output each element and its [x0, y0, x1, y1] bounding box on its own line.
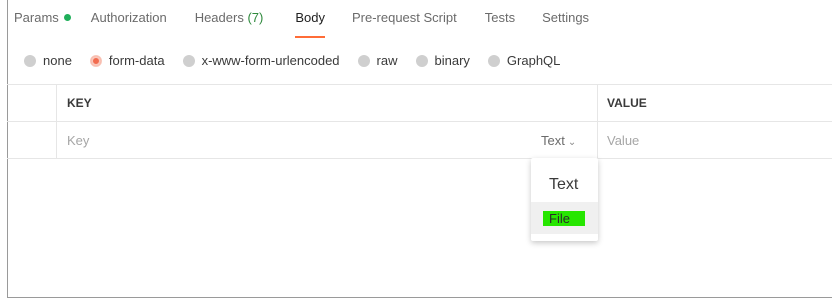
radio-graphql[interactable]: GraphQL — [487, 53, 561, 68]
row-gutter — [7, 85, 57, 121]
radio-raw[interactable]: raw — [357, 53, 398, 68]
tab-pre-request-script-label: Pre-request Script — [351, 10, 457, 25]
column-divider — [597, 85, 598, 121]
radio-binary-label: binary — [434, 53, 470, 68]
table-row: Key Text ⌄ Value — [7, 121, 832, 159]
dropdown-option-file-label: File — [543, 211, 585, 226]
dropdown-option-text-label: Text — [549, 176, 579, 193]
column-divider — [597, 122, 598, 158]
radio-x-www-form-urlencoded[interactable]: x-www-form-urlencoded — [182, 53, 340, 68]
form-data-table: KEY VALUE Key Text ⌄ Value — [7, 84, 832, 159]
body-mode-radios: none form-data x-www-form-urlencoded raw… — [24, 53, 560, 68]
radio-graphql-label: GraphQL — [506, 53, 561, 68]
radio-form-data[interactable]: form-data — [89, 53, 165, 68]
tab-body-label: Body — [295, 10, 325, 25]
radio-urlencoded-label: x-www-form-urlencoded — [201, 53, 340, 68]
tab-params[interactable]: Params — [14, 10, 71, 32]
radio-raw-label: raw — [376, 53, 398, 68]
tab-authorization-label: Authorization — [90, 10, 167, 25]
radio-binary-icon — [415, 54, 428, 67]
radio-none-icon — [24, 54, 36, 67]
type-dropdown-menu: Text File — [531, 158, 598, 241]
request-tabs: Params Authorization Headers (7) Body Pr… — [14, 10, 589, 38]
tab-settings-label: Settings — [542, 10, 590, 25]
key-type-label: Text — [541, 133, 565, 148]
radio-urlencoded-icon — [182, 54, 195, 67]
radio-raw-icon — [357, 54, 370, 67]
key-type-select[interactable]: Text ⌄ — [541, 133, 576, 148]
tab-headers-label: Headers — [194, 10, 244, 25]
tab-params-label: Params — [14, 10, 59, 25]
tab-tests-label: Tests — [484, 10, 516, 25]
row-gutter — [7, 122, 57, 158]
value-column-header: VALUE — [607, 96, 647, 110]
radio-graphql-icon — [487, 54, 500, 67]
tab-body[interactable]: Body — [295, 10, 325, 38]
key-column-header: KEY — [67, 96, 92, 110]
tab-authorization[interactable]: Authorization — [91, 10, 167, 32]
radio-none-label: none — [43, 53, 72, 68]
tab-headers[interactable]: Headers (7) — [195, 10, 264, 32]
radio-binary[interactable]: binary — [415, 53, 470, 68]
value-input[interactable]: Value — [607, 133, 639, 148]
tab-tests[interactable]: Tests — [485, 10, 515, 32]
tab-settings[interactable]: Settings — [542, 10, 589, 32]
table-header-row: KEY VALUE — [7, 84, 832, 121]
radio-none[interactable]: none — [24, 53, 72, 68]
key-input[interactable]: Key — [67, 133, 89, 148]
headers-count: (7) — [243, 10, 264, 25]
radio-form-data-label: form-data — [108, 53, 165, 68]
tab-pre-request-script[interactable]: Pre-request Script — [352, 10, 457, 32]
chevron-down-icon: ⌄ — [567, 137, 577, 148]
radio-form-data-icon — [89, 54, 102, 67]
params-active-dot-icon — [63, 14, 71, 21]
